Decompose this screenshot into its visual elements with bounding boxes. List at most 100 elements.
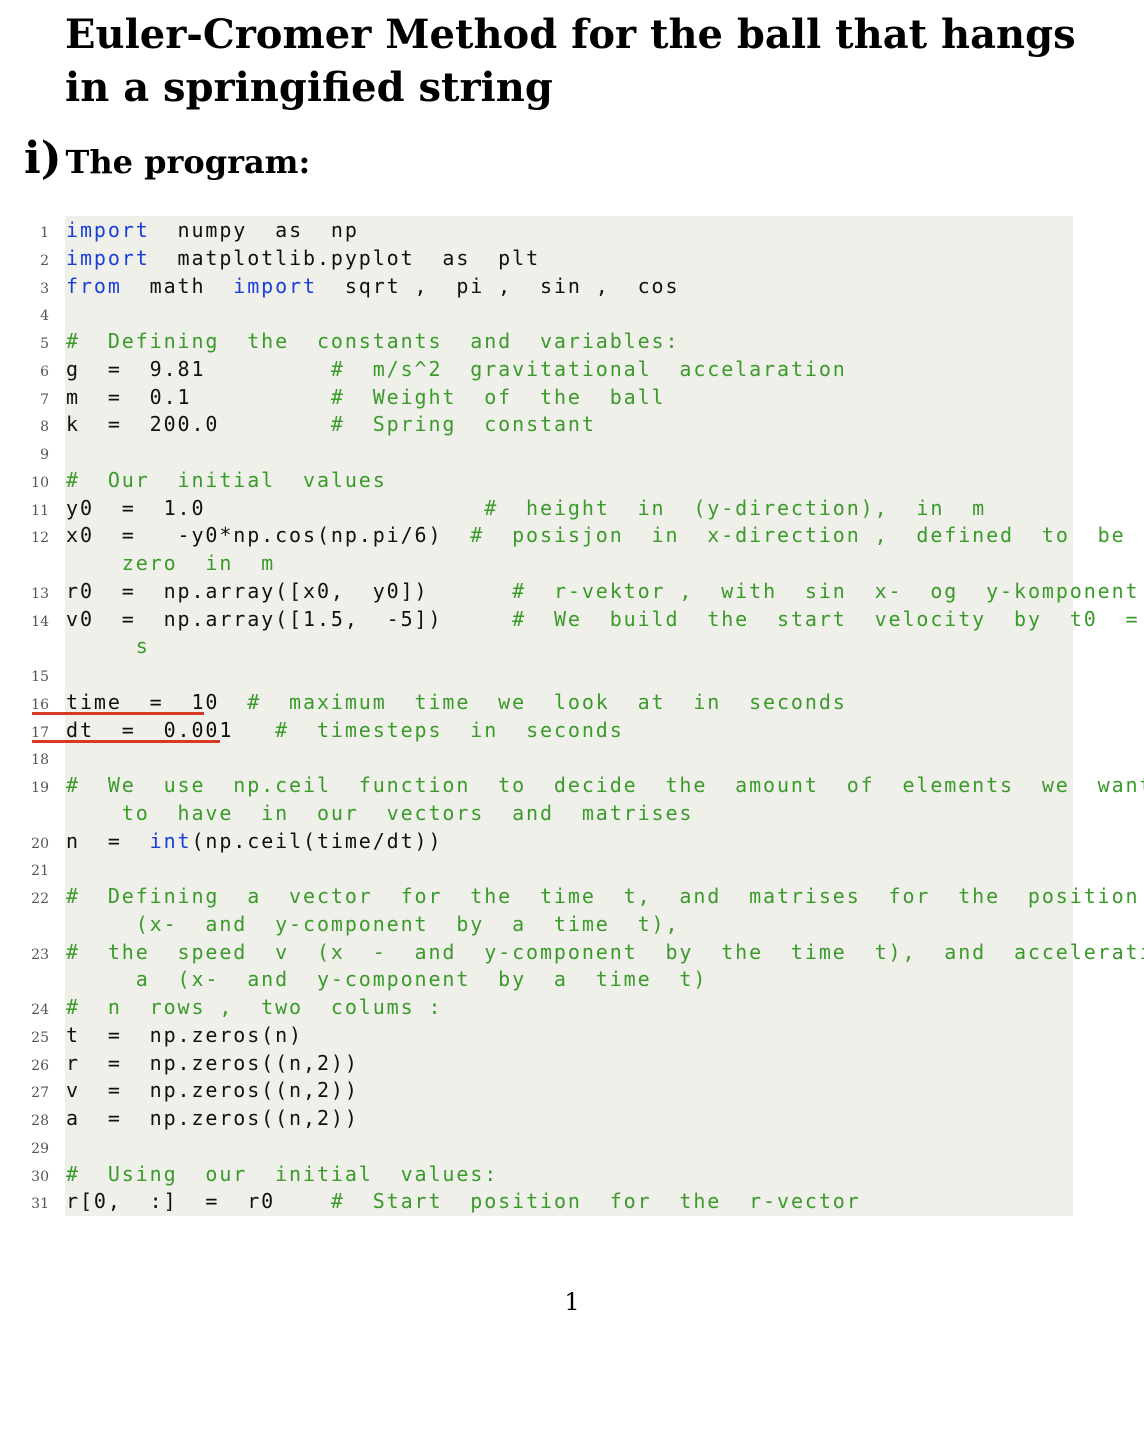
- code-comment: # Spring constant: [330, 412, 596, 437]
- line-number: 2: [40, 252, 49, 269]
- code-line: 29: [20, 1132, 1073, 1160]
- code-comment: # the speed v (x - and y-component by th…: [66, 939, 1144, 964]
- code-text: import matplotlib.pyplot as plt: [66, 245, 540, 273]
- line-number: 1: [40, 225, 49, 241]
- code-text: # We use np.ceil function to decide the …: [66, 772, 1144, 800]
- line-number: 30: [31, 1168, 49, 1185]
- code-token: sqrt , pi , sin , cos: [316, 273, 680, 298]
- line-number: 3: [40, 280, 49, 297]
- line-number: 7: [40, 391, 49, 408]
- line-number: 18: [31, 752, 49, 769]
- code-keyword: int: [149, 828, 192, 853]
- line-number: 4: [40, 308, 49, 325]
- code-token: math: [121, 273, 234, 298]
- code-keyword: import: [66, 218, 150, 242]
- code-token: v0 = np.array([1.5, -5]): [66, 606, 513, 631]
- code-text: (x- and y-component by a time t),: [66, 911, 679, 939]
- code-comment: # Using our initial values:: [66, 1161, 499, 1186]
- code-comment: # n rows , two colums :: [66, 995, 443, 1019]
- line-number: 14: [31, 613, 49, 630]
- code-line: 28 a = np.zeros((n,2)): [20, 1104, 1073, 1132]
- line-number: 27: [31, 1085, 49, 1102]
- code-token: y0 = 1.0: [66, 495, 485, 520]
- code-text: x0 = -y0*np.cos(np.pi/6) # posisjon in x…: [66, 522, 1126, 550]
- code-token: g = 9.81: [66, 356, 331, 381]
- line-number: 16: [31, 696, 49, 713]
- code-text: # n rows , two colums :: [66, 994, 442, 1022]
- code-line: 10 # Our initial values: [20, 466, 1073, 494]
- code-line: 19 # We use np.ceil function to decide th…: [20, 771, 1144, 799]
- code-line: 31 r[0, :] = r0 # Start position for the …: [20, 1187, 1073, 1215]
- code-token: a = np.zeros((n,2)): [66, 1106, 359, 1130]
- code-text: t = np.zeros(n): [66, 1022, 303, 1050]
- code-text: # Using our initial values:: [66, 1161, 498, 1189]
- section-heading: i) The program:: [24, 133, 310, 184]
- code-text: zero in m: [66, 550, 275, 578]
- line-number: 12: [31, 530, 49, 547]
- code-line: 8 k = 200.0 # Spring constant: [20, 410, 1073, 438]
- code-token: n =: [66, 828, 150, 853]
- code-token: v = np.zeros((n,2)): [66, 1078, 359, 1103]
- code-comment: # m/s^2 gravitational accelaration: [330, 356, 847, 381]
- line-number: 13: [31, 585, 49, 602]
- section-title: The program:: [65, 143, 311, 181]
- code-line: 14 v0 = np.array([1.5, -5]) # We build th…: [20, 605, 1137, 633]
- code-comment: # Defining a vector for the time t, and …: [66, 884, 1144, 908]
- code-line: 22 # Defining a vector for the time t, an…: [20, 882, 1137, 910]
- code-text: m = 0.1 # Weight of the ball: [66, 384, 665, 412]
- line-number: 5: [40, 336, 49, 352]
- code-token: r[0, :] = r0: [66, 1189, 331, 1214]
- code-comment: to have in our vectors and matrises: [66, 800, 694, 825]
- code-line: 4: [20, 299, 1073, 327]
- code-text: r[0, :] = r0 # Start position for the r-…: [66, 1188, 861, 1216]
- code-text: # Defining the constants and variables:: [66, 328, 679, 356]
- code-line: 6 g = 9.81 # m/s^2 gravitational accelara…: [20, 355, 1073, 383]
- code-comment: # Defining the constants and variables:: [66, 329, 680, 353]
- line-number: 23: [31, 946, 49, 963]
- code-token: matplotlib.pyplot as plt: [149, 245, 541, 270]
- code-text: r0 = np.array([x0, y0]) # r-vektor , wit…: [66, 578, 1139, 606]
- code-line: (x- and y-component by a time t),: [20, 910, 1073, 938]
- code-line: 11 y0 = 1.0 # height in (y-direction), in…: [20, 494, 1073, 522]
- code-line: 27 v = np.zeros((n,2)): [20, 1076, 1073, 1104]
- code-text: to have in our vectors and matrises: [66, 800, 693, 828]
- code-line: 30 # Using our initial values:: [20, 1160, 1073, 1188]
- code-line: 12 x0 = -y0*np.cos(np.pi/6) # posisjon in…: [20, 521, 1123, 549]
- code-line: 9: [20, 438, 1073, 466]
- code-text: y0 = 1.0 # height in (y-direction), in m: [66, 495, 986, 523]
- code-comment: # We use np.ceil function to decide the …: [66, 773, 1144, 797]
- code-text: # Our initial values: [66, 467, 387, 495]
- document-title: Euler-Cromer Method for the ball that ha…: [65, 11, 1076, 111]
- line-number: 28: [31, 1113, 49, 1129]
- code-comment: # timesteps in seconds: [275, 717, 624, 742]
- code-listing: 1 import numpy as np 2 import matplotlib.py…: [20, 216, 1144, 1216]
- code-comment: # maximum time we look at in seconds: [247, 689, 847, 714]
- code-comment: # Weight of the ball: [330, 384, 666, 409]
- code-token: m = 0.1: [66, 384, 331, 409]
- code-line: to have in our vectors and matrises: [20, 799, 1073, 827]
- code-line: 18: [20, 743, 1073, 771]
- line-number: 19: [31, 780, 49, 796]
- code-line: 15: [20, 660, 1073, 688]
- code-line: 13 r0 = np.array([x0, y0]) # r-vektor , w…: [20, 577, 1137, 605]
- code-text: g = 9.81 # m/s^2 gravitational accelarat…: [66, 356, 847, 384]
- code-comment: # Our initial values: [66, 467, 387, 492]
- code-comment: # posisjon in x-direction , defined to b…: [470, 523, 1126, 548]
- line-number: 15: [31, 669, 49, 685]
- time-underline: [32, 712, 204, 715]
- code-text: # the speed v (x - and y-component by th…: [66, 939, 1144, 967]
- code-keyword: import: [233, 273, 317, 298]
- page-number: 1: [564, 1288, 580, 1316]
- code-token: dt = 0.001: [66, 717, 276, 742]
- code-line: 23 # the speed v (x - and y-component by …: [20, 938, 1144, 966]
- code-comment: zero in m: [66, 551, 276, 575]
- code-comment: # r-vektor , with sin x- og y-komponent: [512, 578, 1140, 603]
- code-token: x0 = -y0*np.cos(np.pi/6): [66, 523, 471, 548]
- code-line: 3 from math import sqrt , pi , sin , cos: [20, 272, 1073, 300]
- code-comment: # We build the start velocity by t0 = 0: [512, 606, 1144, 631]
- code-token: r = np.zeros((n,2)): [66, 1050, 359, 1075]
- line-number: 8: [40, 419, 49, 436]
- code-token: time = 10: [66, 689, 248, 714]
- code-text: a = np.zeros((n,2)): [66, 1105, 359, 1133]
- code-token: (np.ceil(time/dt)): [191, 828, 443, 853]
